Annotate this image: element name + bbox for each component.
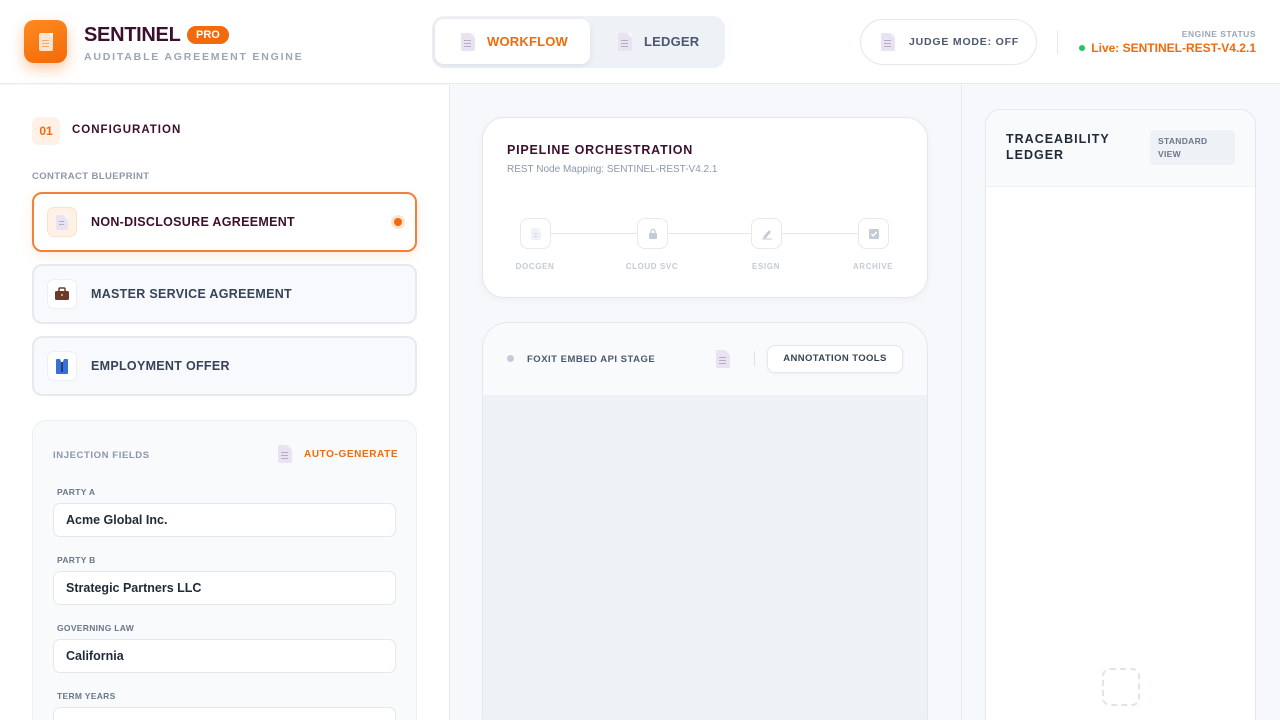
live-indicator-icon <box>1079 45 1086 51</box>
judge-mode-label: JUDGE MODE: OFF <box>909 36 1020 48</box>
document-icon <box>618 32 632 51</box>
stage-status-indicator <box>507 355 514 362</box>
blueprint-nda[interactable]: NON-DISCLOSURE AGREEMENT <box>32 192 417 252</box>
party-a-field[interactable]: Acme Global Inc. <box>53 503 396 537</box>
cloud-svc-node[interactable] <box>637 218 668 249</box>
party-b-field[interactable]: Strategic Partners LLC <box>53 571 396 605</box>
header-divider <box>1057 30 1058 54</box>
empty-state-placeholder <box>1102 668 1140 706</box>
brand-subtitle: AUDITABLE AGREEMENT ENGINE <box>84 51 304 63</box>
section-title: CONFIGURATION <box>72 124 182 136</box>
blueprint-label-text: MASTER SERVICE AGREEMENT <box>91 287 292 301</box>
cloud-svc-label: CLOUD SVC <box>625 262 679 271</box>
blueprint-employment[interactable]: EMPLOYMENT OFFER <box>32 336 417 396</box>
person-suit-icon <box>47 351 77 381</box>
tab-ledger[interactable]: LEDGER <box>618 19 723 64</box>
pipeline-subtitle: REST Node Mapping: SENTINEL-REST-V4.2.1 <box>507 164 718 175</box>
document-viewer[interactable] <box>483 396 927 720</box>
governing-law-field[interactable]: California <box>53 639 396 673</box>
document-icon <box>47 207 77 237</box>
injection-fields-panel <box>32 420 417 720</box>
ledger-title: TRACEABILITY LEDGER <box>1006 132 1110 162</box>
logo-icon <box>24 20 67 63</box>
engine-status: Live: SENTINEL-REST-V4.2.1 <box>1079 41 1256 55</box>
document-icon <box>881 33 895 51</box>
pipeline-connector <box>550 233 858 234</box>
archive-label: ARCHIVE <box>852 262 894 271</box>
governing-law-label: GOVERNING LAW <box>57 623 135 633</box>
signature-icon <box>761 229 772 239</box>
term-years-field[interactable] <box>53 707 396 720</box>
injection-fields-title: INJECTION FIELDS <box>53 450 150 461</box>
blueprint-label: CONTRACT BLUEPRINT <box>32 171 150 182</box>
traceability-ledger-card <box>985 109 1256 720</box>
archive-node[interactable] <box>858 218 889 249</box>
term-years-label: TERM YEARS <box>57 691 116 701</box>
judge-mode-toggle[interactable]: JUDGE MODE: OFF <box>860 19 1037 65</box>
docgen-node[interactable] <box>520 218 551 249</box>
esign-label: ESIGN <box>752 262 780 271</box>
pro-badge: PRO <box>187 26 229 44</box>
party-b-label: PARTY B <box>57 555 96 565</box>
engine-status-label: ENGINE STATUS <box>1181 29 1256 39</box>
pipeline-title: PIPELINE ORCHESTRATION <box>507 143 694 157</box>
embed-stage-card <box>482 322 928 720</box>
selected-indicator <box>394 218 402 226</box>
document-icon <box>530 227 541 240</box>
tab-workflow-label: WORKFLOW <box>487 34 569 49</box>
briefcase-icon <box>47 279 77 309</box>
document-icon <box>461 32 475 51</box>
standard-view-button[interactable]: STANDARD VIEW <box>1150 130 1235 165</box>
stage-divider <box>754 351 755 366</box>
annotation-tools-button[interactable]: ANNOTATION TOOLS <box>767 345 903 373</box>
tab-ledger-label: LEDGER <box>644 34 700 49</box>
stage-title: FOXIT EMBED API STAGE <box>527 354 656 365</box>
lock-icon <box>648 228 657 239</box>
blueprint-label-text: EMPLOYMENT OFFER <box>91 359 230 373</box>
view-tabs: WORKFLOW LEDGER <box>432 16 725 68</box>
party-a-label: PARTY A <box>57 487 96 497</box>
checkbox-icon <box>868 228 879 239</box>
app-header: SENTINEL PRO AUDITABLE AGREEMENT ENGINE … <box>0 0 1280 84</box>
blueprint-label-text: NON-DISCLOSURE AGREEMENT <box>91 215 295 229</box>
engine-status-value: Live: SENTINEL-REST-V4.2.1 <box>1091 41 1256 55</box>
blueprint-msa[interactable]: MASTER SERVICE AGREEMENT <box>32 264 417 324</box>
auto-generate-label: AUTO-GENERATE <box>304 448 399 460</box>
docgen-label: DOCGEN <box>515 262 555 271</box>
esign-node[interactable] <box>751 218 782 249</box>
tab-workflow[interactable]: WORKFLOW <box>435 19 590 64</box>
document-icon <box>278 445 292 463</box>
brand-name: SENTINEL <box>84 24 181 46</box>
auto-generate-button[interactable]: AUTO-GENERATE <box>278 445 398 463</box>
step-badge: 01 <box>32 117 60 145</box>
document-icon[interactable] <box>716 350 730 368</box>
